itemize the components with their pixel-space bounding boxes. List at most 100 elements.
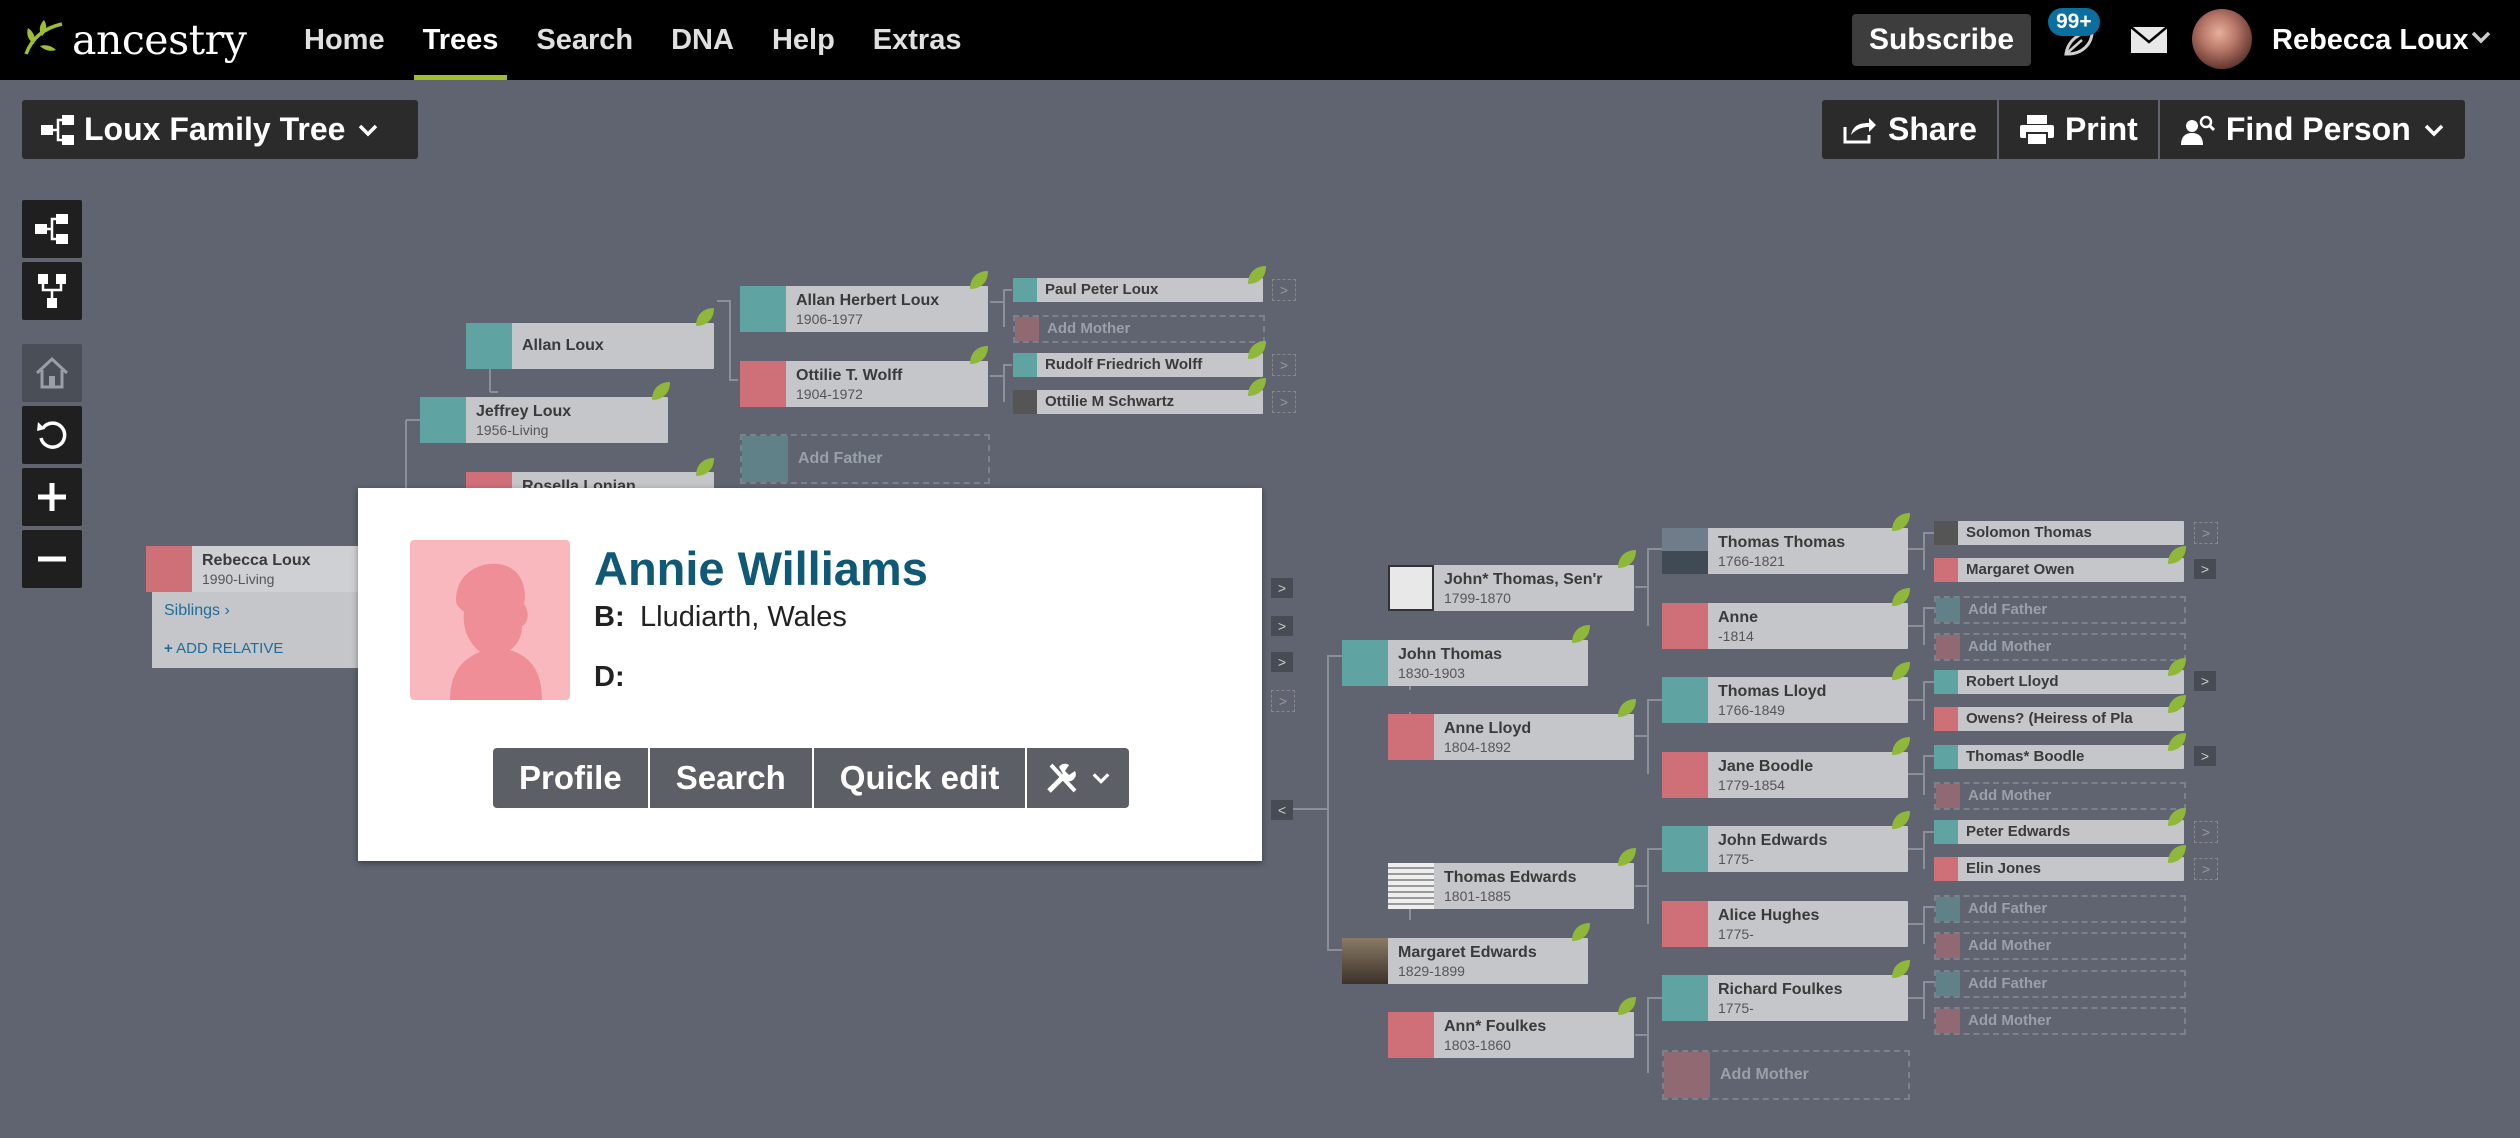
quick-edit-button[interactable]: Quick edit <box>811 748 1026 808</box>
add-mother-card[interactable]: Add Mother <box>1013 315 1265 343</box>
person-card[interactable]: Thomas Thomas 1766-1821 <box>1662 528 1908 574</box>
hint-leaf-icon[interactable] <box>1570 623 1592 645</box>
death-label: D: <box>594 661 625 693</box>
expand-arrow-icon[interactable]: > <box>1271 652 1293 672</box>
hint-leaf-icon[interactable] <box>694 306 716 328</box>
add-father-card[interactable]: Add Father <box>1934 895 2186 923</box>
hint-leaf-icon[interactable] <box>1246 339 1268 361</box>
person-dates: 1990-Living <box>202 571 275 587</box>
person-card[interactable]: Elin Jones <box>1934 857 2184 881</box>
hint-leaf-icon[interactable] <box>1570 921 1592 943</box>
hint-leaf-icon[interactable] <box>968 344 990 366</box>
expand-arrow-icon[interactable]: > <box>2194 821 2218 843</box>
hint-leaf-icon[interactable] <box>1890 958 1912 980</box>
siblings-link[interactable]: Siblings › <box>164 602 230 620</box>
hint-leaf-icon[interactable] <box>1890 660 1912 682</box>
expand-arrow-icon[interactable]: > <box>2194 858 2218 880</box>
male-avatar-icon <box>1934 820 1958 844</box>
person-name: Ottilie M Schwartz <box>1045 393 1175 410</box>
hint-leaf-icon[interactable] <box>1890 586 1912 608</box>
expand-arrow-icon[interactable]: > <box>2194 746 2216 766</box>
person-card[interactable]: Anne Lloyd 1804-1892 <box>1388 714 1634 760</box>
person-card[interactable]: Thomas Edwards 1801-1885 <box>1388 863 1634 909</box>
person-card[interactable]: Alice Hughes 1775- <box>1662 901 1908 947</box>
search-button[interactable]: Search <box>647 748 812 808</box>
person-card[interactable]: Solomon Thomas <box>1934 521 2184 545</box>
person-card[interactable]: Jeffrey Loux 1956-Living <box>420 397 668 443</box>
add-relative-link[interactable]: + ADD RELATIVE <box>164 640 283 657</box>
hint-leaf-icon[interactable] <box>694 456 716 478</box>
expand-arrow-icon[interactable]: > <box>2194 671 2216 691</box>
hint-leaf-icon[interactable] <box>1890 511 1912 533</box>
add-mother-card[interactable]: Add Mother <box>1934 932 2186 960</box>
person-card[interactable]: John Thomas 1830-1903 <box>1342 640 1588 686</box>
hint-leaf-icon[interactable] <box>650 380 672 402</box>
add-father-card[interactable]: Add Father <box>740 434 990 484</box>
hint-leaf-icon[interactable] <box>1616 995 1638 1017</box>
person-card[interactable]: Margaret Edwards 1829-1899 <box>1342 938 1588 984</box>
hint-leaf-icon[interactable] <box>2166 544 2188 566</box>
hint-leaf-icon[interactable] <box>2166 656 2188 678</box>
add-mother-card[interactable]: Add Mother <box>1662 1050 1910 1100</box>
person-photo <box>1388 565 1434 611</box>
hint-leaf-icon[interactable] <box>2166 731 2188 753</box>
male-avatar-icon <box>1936 897 1960 921</box>
person-card[interactable]: Margaret Owen <box>1934 558 2184 582</box>
add-father-card[interactable]: Add Father <box>1934 596 2186 624</box>
person-name: Add Father <box>1968 601 2048 618</box>
expand-arrow-icon[interactable]: > <box>1271 616 1293 636</box>
popup-person-name[interactable]: Annie Williams <box>594 541 928 596</box>
hint-leaf-icon[interactable] <box>1246 376 1268 398</box>
person-card[interactable]: Richard Foulkes 1775- <box>1662 975 1908 1021</box>
person-card[interactable]: Ottilie M Schwartz <box>1013 390 1263 414</box>
person-card[interactable]: Allan Herbert Loux 1906-1977 <box>740 286 988 332</box>
person-card[interactable]: Allan Loux <box>466 323 714 369</box>
person-name: Ottilie T. Wolff <box>796 367 903 384</box>
person-card[interactable]: Thomas Lloyd 1766-1849 <box>1662 677 1908 723</box>
expand-arrow-icon[interactable]: > <box>1272 354 1296 376</box>
person-card[interactable]: Owens? (Heiress of Pla <box>1934 707 2184 731</box>
expand-arrow-icon[interactable]: > <box>1272 391 1296 413</box>
person-card[interactable]: Ann* Foulkes 1803-1860 <box>1388 1012 1634 1058</box>
person-card[interactable]: Rudolf Friedrich Wolff <box>1013 353 1263 377</box>
person-card[interactable]: John* Thomas, Sen'r 1799-1870 <box>1388 565 1634 611</box>
person-dates: 1775- <box>1718 851 1754 867</box>
person-card[interactable]: Peter Edwards <box>1934 820 2184 844</box>
person-card[interactable]: Ottilie T. Wolff 1904-1972 <box>740 361 988 407</box>
person-dates: 1956-Living <box>476 422 549 438</box>
profile-button[interactable]: Profile <box>493 748 648 808</box>
female-avatar-icon <box>1936 635 1960 659</box>
person-card[interactable]: Robert Lloyd <box>1934 670 2184 694</box>
person-card[interactable]: Paul Peter Loux <box>1013 278 1263 302</box>
collapse-arrow-icon[interactable]: < <box>1271 800 1293 820</box>
person-card[interactable]: Jane Boodle 1779-1854 <box>1662 752 1908 798</box>
expand-arrow-icon[interactable]: > <box>2194 522 2218 544</box>
hint-leaf-icon[interactable] <box>1616 697 1638 719</box>
expand-arrow-icon[interactable]: > <box>1271 578 1293 598</box>
add-mother-card[interactable]: Add Mother <box>1934 782 2186 810</box>
person-card[interactable]: Anne -1814 <box>1662 603 1908 649</box>
root-person-card[interactable]: Rebecca Loux 1990-Living <box>146 546 368 592</box>
person-name: John Thomas <box>1398 646 1503 663</box>
add-father-card[interactable]: Add Father <box>1934 970 2186 998</box>
hint-leaf-icon[interactable] <box>1616 548 1638 570</box>
add-mother-card[interactable]: Add Mother <box>1934 1007 2186 1035</box>
hint-leaf-icon[interactable] <box>1890 735 1912 757</box>
hint-leaf-icon[interactable] <box>968 269 990 291</box>
hint-leaf-icon[interactable] <box>2166 693 2188 715</box>
hint-leaf-icon[interactable] <box>1616 846 1638 868</box>
expand-arrow-icon[interactable]: > <box>1272 279 1296 301</box>
tools-dropdown-button[interactable] <box>1025 748 1130 808</box>
male-avatar-icon <box>740 286 786 332</box>
expand-arrow-icon[interactable]: > <box>1271 690 1295 712</box>
hint-leaf-icon[interactable] <box>2166 806 2188 828</box>
hint-leaf-icon[interactable] <box>1890 809 1912 831</box>
expand-arrow-icon[interactable]: > <box>2194 559 2216 579</box>
person-name: Rudolf Friedrich Wolff <box>1045 356 1203 373</box>
add-mother-card[interactable]: Add Mother <box>1934 633 2186 661</box>
person-card[interactable]: John Edwards 1775- <box>1662 826 1908 872</box>
person-name: Allan Loux <box>522 337 604 354</box>
hint-leaf-icon[interactable] <box>2166 843 2188 865</box>
hint-leaf-icon[interactable] <box>1246 264 1268 286</box>
person-card[interactable]: Thomas* Boodle <box>1934 745 2184 769</box>
